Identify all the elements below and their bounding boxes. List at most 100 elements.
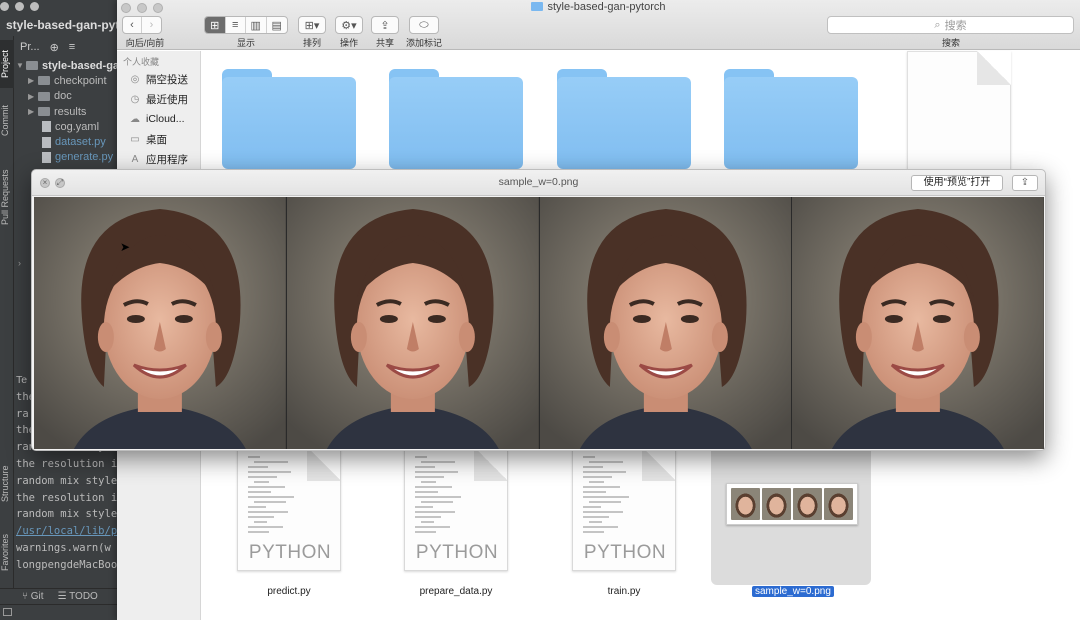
- file-name-sample[interactable]: sample_w=0.png: [752, 586, 834, 597]
- sort-group: ⊞▾: [298, 16, 326, 34]
- file-kind-label: PYTHON: [583, 542, 667, 563]
- sort-label: 排列: [302, 38, 321, 48]
- sidebar-item-recents[interactable]: ◷ 最近使用: [117, 89, 200, 109]
- tags-group: ⬭: [409, 16, 439, 34]
- chevron-right-icon[interactable]: ›: [18, 258, 21, 268]
- code-line: [583, 466, 604, 468]
- sidebar-item-label: 桌面: [146, 133, 167, 146]
- list-view-button[interactable]: ≡: [226, 17, 246, 33]
- share-label: 共享: [375, 38, 394, 48]
- layout-icon[interactable]: [3, 608, 12, 616]
- code-line: [248, 506, 266, 508]
- git-tab[interactable]: ⑂ Git: [22, 591, 44, 602]
- gallery-view-button[interactable]: ▤: [267, 17, 287, 33]
- window-control-dot[interactable]: [0, 2, 9, 11]
- sort-button[interactable]: ⊞▾: [299, 17, 325, 33]
- face-thumbnail: [731, 488, 760, 520]
- tab-project[interactable]: Project: [0, 40, 14, 88]
- folder-item[interactable]: [222, 69, 356, 169]
- search-input[interactable]: ⌕ 搜索: [827, 16, 1074, 34]
- back-button[interactable]: ‹: [123, 17, 143, 33]
- sidebar-heading: 个人收藏: [123, 57, 160, 67]
- column-view-button[interactable]: ▥: [246, 17, 267, 33]
- file-name-prepare-data[interactable]: prepare_data.py: [394, 586, 518, 597]
- ide-tool-window-strip: Project Commit Pull Requests Structure F…: [0, 36, 14, 606]
- sidebar-item-label: iCloud...: [146, 113, 185, 125]
- code-line: [421, 481, 436, 483]
- sidebar-item-icloud[interactable]: ☁ iCloud...: [117, 109, 200, 129]
- image-thumbnail[interactable]: [726, 483, 858, 525]
- code-preview: [415, 456, 475, 536]
- back-forward-group: ‹ ›: [122, 16, 162, 34]
- chevron-right-icon[interactable]: ▶: [28, 107, 38, 116]
- tab-pull-requests[interactable]: Pull Requests: [0, 160, 14, 234]
- folder-item[interactable]: [389, 69, 523, 169]
- face-portrait: [792, 197, 1044, 449]
- quicklook-panel: × ⤢ sample_w=0.png 使用“预览”打开 ⇪: [31, 169, 1046, 451]
- file-kind-label: PYTHON: [415, 542, 499, 563]
- icon-view-button[interactable]: ⊞: [205, 17, 226, 33]
- code-line: [421, 501, 453, 503]
- code-line: [415, 466, 436, 468]
- open-with-preview-button[interactable]: 使用“预览”打开: [911, 175, 1003, 191]
- file-icon-train[interactable]: PYTHON: [572, 447, 676, 571]
- desktop-icon: ▭: [130, 133, 140, 145]
- locate-icon[interactable]: ⊕: [50, 41, 59, 54]
- project-view-dropdown[interactable]: Pr...: [20, 41, 40, 53]
- todo-tab[interactable]: ☰ TODO: [58, 591, 98, 602]
- gallery-icon: ▤: [271, 19, 282, 32]
- add-tag-button[interactable]: ⬭: [410, 17, 438, 33]
- clock-icon: ◷: [130, 93, 140, 105]
- tab-favorites[interactable]: Favorites: [0, 526, 14, 578]
- share-button[interactable]: ⇪: [372, 17, 398, 33]
- file-name-train[interactable]: train.py: [572, 586, 676, 597]
- gear-icon: ⚙▾: [341, 19, 357, 32]
- document-item[interactable]: [907, 51, 1011, 171]
- code-line: [415, 526, 450, 528]
- grid-icon: ⊞: [210, 19, 220, 32]
- folder-icon: [38, 91, 50, 101]
- sidebar-item-airdrop[interactable]: ◎ 隔空投送: [117, 69, 200, 89]
- face-portrait: [34, 197, 287, 449]
- ide-traffic-lights: [0, 0, 39, 14]
- quicklook-title: sample_w=0.png: [498, 176, 579, 188]
- code-line: [589, 461, 624, 463]
- list-icon: ≡: [232, 19, 239, 31]
- sidebar-item-applications[interactable]: A 应用程序: [117, 149, 200, 169]
- chevron-right-icon[interactable]: ▶: [28, 76, 38, 85]
- quicklook-share-button[interactable]: ⇪: [1012, 175, 1038, 191]
- todo-tab-label: TODO: [69, 591, 98, 602]
- chevron-down-icon[interactable]: ▼: [16, 61, 26, 70]
- git-branch-icon: ⑂: [22, 591, 31, 602]
- code-line: [415, 511, 456, 513]
- code-line: [415, 506, 433, 508]
- view-label: 显示: [236, 38, 255, 48]
- cloud-icon: ☁: [130, 113, 140, 125]
- code-line: [415, 496, 461, 498]
- code-line: [415, 471, 458, 473]
- sidebar-item-desktop[interactable]: ▭ 桌面: [117, 129, 200, 149]
- code-line: [248, 491, 272, 493]
- tab-commit[interactable]: Commit: [0, 98, 14, 144]
- code-line: [248, 486, 286, 488]
- action-group: ⚙▾: [335, 16, 363, 34]
- file-icon-predict[interactable]: PYTHON: [237, 447, 341, 571]
- code-line: [415, 476, 444, 478]
- folder-item[interactable]: [724, 69, 858, 169]
- tab-structure[interactable]: Structure: [0, 456, 14, 512]
- folder-body: [222, 77, 356, 169]
- file-icon-prepare-data[interactable]: PYTHON: [404, 447, 508, 571]
- folder-item[interactable]: [557, 69, 691, 169]
- quicklook-titlebar: × ⤢ sample_w=0.png 使用“预览”打开 ⇪: [32, 170, 1045, 196]
- action-button[interactable]: ⚙▾: [336, 17, 362, 33]
- window-control-dot[interactable]: [30, 2, 39, 11]
- chevron-right-icon[interactable]: ▶: [28, 92, 38, 101]
- collapse-icon[interactable]: ≡: [69, 41, 75, 53]
- file-name-predict[interactable]: predict.py: [237, 586, 341, 597]
- code-line: [583, 496, 629, 498]
- window-control-dot[interactable]: [15, 2, 24, 11]
- code-line: [248, 511, 289, 513]
- forward-button[interactable]: ›: [142, 17, 161, 33]
- search-icon: ⌕: [934, 18, 941, 31]
- tag-icon: ⬭: [419, 18, 429, 31]
